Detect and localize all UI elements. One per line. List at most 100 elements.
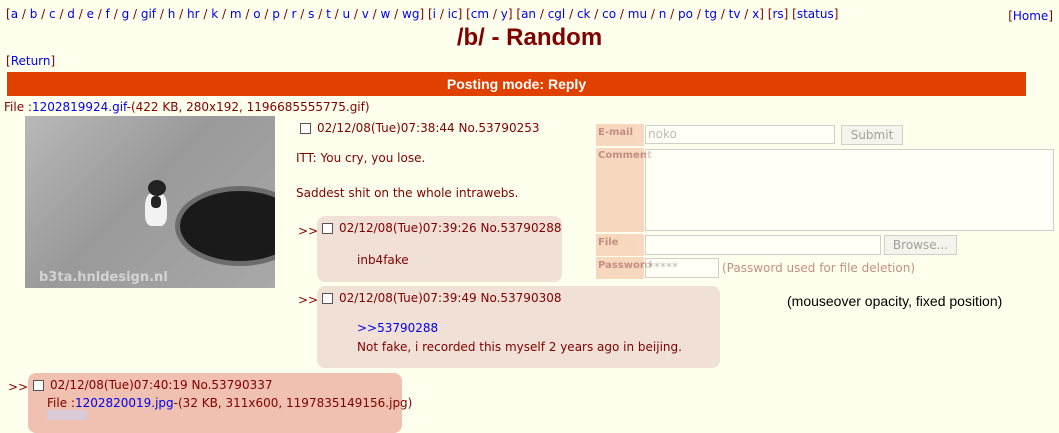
board-link-b[interactable]: b bbox=[30, 7, 38, 21]
board-link-an[interactable]: an bbox=[521, 7, 536, 21]
cat-patch-shape bbox=[151, 196, 161, 208]
board-link-t[interactable]: t bbox=[326, 7, 331, 21]
manhole-shape bbox=[175, 186, 275, 266]
board-link-rs[interactable]: rs bbox=[772, 7, 783, 21]
password-field[interactable]: ***** bbox=[645, 258, 719, 278]
board-nav-group: [status] bbox=[792, 7, 839, 21]
reply-comment: Not fake, i recorded this myself 2 years… bbox=[357, 340, 682, 354]
op-file-info: File :1202819924.gif-(422 KB, 280x192, 1… bbox=[4, 100, 370, 114]
op-file-label: File : bbox=[4, 100, 32, 114]
reply-file-label: File : bbox=[47, 396, 75, 410]
reply-date: 02/12/08(Tue)07:40:19 bbox=[50, 378, 188, 392]
submit-button[interactable]: Submit bbox=[841, 125, 903, 145]
op-image-thumbnail[interactable]: b3ta.hnldesign.nl bbox=[25, 116, 275, 288]
comment-label: Comment bbox=[596, 148, 652, 232]
board-link-r[interactable]: r bbox=[292, 7, 297, 21]
reply-date: 02/12/08(Tue)07:39:49 bbox=[339, 291, 477, 305]
board-link-h[interactable]: h bbox=[168, 7, 176, 21]
board-link-f[interactable]: f bbox=[106, 7, 110, 21]
board-link-u[interactable]: u bbox=[342, 7, 350, 21]
board-link-n[interactable]: n bbox=[659, 7, 667, 21]
board-title: /b/ - Random bbox=[456, 24, 603, 51]
op-post-number[interactable]: No.53790253 bbox=[458, 121, 539, 135]
email-label: E-mail bbox=[596, 124, 644, 146]
posting-mode-banner: Posting mode: Reply bbox=[7, 72, 1026, 96]
op-file-meta: -(422 KB, 280x192, 1196685555775.gif) bbox=[126, 100, 370, 114]
board-link-s[interactable]: s bbox=[308, 7, 314, 21]
reply-arrows: >> bbox=[298, 293, 319, 307]
board-link-c[interactable]: c bbox=[49, 7, 56, 21]
board-link-ck[interactable]: ck bbox=[577, 7, 591, 21]
board-link-e[interactable]: e bbox=[87, 7, 94, 21]
board-link-w[interactable]: w bbox=[381, 7, 391, 21]
op-delete-checkbox[interactable] bbox=[300, 123, 311, 134]
board-link-k[interactable]: k bbox=[211, 7, 218, 21]
reply-comment: inb4fake bbox=[357, 253, 409, 267]
reply-delete-checkbox[interactable] bbox=[33, 380, 44, 391]
reply-delete-checkbox[interactable] bbox=[322, 293, 333, 304]
board-link-m[interactable]: m bbox=[230, 7, 242, 21]
board-link-wg[interactable]: wg bbox=[402, 7, 419, 21]
board-nav-group: [a / b / c / d / e / f / g / gif / h / h… bbox=[6, 7, 428, 21]
reply-arrows: >> bbox=[8, 380, 29, 394]
password-label: Password bbox=[596, 257, 652, 279]
board-link-co[interactable]: co bbox=[602, 7, 616, 21]
board-link-g[interactable]: g bbox=[122, 7, 130, 21]
image-watermark: b3ta.hnldesign.nl bbox=[39, 270, 168, 285]
op-comment-line1: ITT: You cry, you lose. bbox=[296, 151, 426, 165]
board-link-gif[interactable]: gif bbox=[141, 7, 156, 21]
browse-button[interactable]: Browse... bbox=[884, 235, 957, 255]
file-label: File bbox=[596, 234, 644, 256]
board-link-ic[interactable]: ic bbox=[448, 7, 458, 21]
op-file-link[interactable]: 1202819924.gif bbox=[32, 100, 127, 114]
home-link[interactable]: Home bbox=[1013, 9, 1048, 23]
reply-post-number[interactable]: No.53790337 bbox=[191, 378, 272, 392]
board-link-tg[interactable]: tg bbox=[705, 7, 717, 21]
reply-post-number[interactable]: No.53790288 bbox=[480, 221, 561, 235]
board-link-po[interactable]: po bbox=[678, 7, 693, 21]
board-link-d[interactable]: d bbox=[67, 7, 75, 21]
board-nav-group: [rs] bbox=[767, 7, 793, 21]
board-link-cgl[interactable]: cgl bbox=[548, 7, 566, 21]
board-link-cm[interactable]: cm bbox=[471, 7, 489, 21]
reply-post-number[interactable]: No.53790308 bbox=[480, 291, 561, 305]
reply-date: 02/12/08(Tue)07:39:26 bbox=[339, 221, 477, 235]
reply-header: 02/12/08(Tue)07:40:19 No.53790337 bbox=[33, 378, 272, 392]
reply-post: 02/12/08(Tue)07:40:19 No.53790337 File :… bbox=[28, 373, 412, 433]
return-link[interactable]: Return bbox=[11, 54, 51, 68]
board-link-tv[interactable]: tv bbox=[729, 7, 741, 21]
reply-quote-link-wrapper: >>53790288 bbox=[357, 321, 438, 335]
board-link-v[interactable]: v bbox=[362, 7, 369, 21]
reply-arrows: >> bbox=[298, 224, 319, 238]
reply-file-link[interactable]: 1202820019.jpg bbox=[75, 396, 174, 410]
reply-post: 02/12/08(Tue)07:39:26 No.53790288 inb4fa… bbox=[317, 216, 562, 282]
board-link-status[interactable]: status bbox=[797, 7, 834, 21]
reply-delete-checkbox[interactable] bbox=[322, 223, 333, 234]
board-nav-group: [i / ic] bbox=[427, 7, 467, 21]
reply-header: 02/12/08(Tue)07:39:26 No.53790288 bbox=[322, 221, 561, 235]
op-header: 02/12/08(Tue)07:38:44 No.53790253 bbox=[300, 121, 539, 135]
mouseover-annotation: (mouseover opacity, fixed position) bbox=[787, 293, 1003, 309]
board-link-mu[interactable]: mu bbox=[628, 7, 647, 21]
board-link-a[interactable]: a bbox=[11, 7, 18, 21]
board-link-y[interactable]: y bbox=[501, 7, 508, 21]
op-date: 02/12/08(Tue)07:38:44 bbox=[317, 121, 455, 135]
reply-quote-link[interactable]: >>53790288 bbox=[357, 321, 438, 335]
reply-image-thumbnail[interactable] bbox=[47, 410, 87, 420]
board-link-x[interactable]: x bbox=[752, 7, 759, 21]
board-link-i[interactable]: i bbox=[433, 7, 436, 21]
board-navigation: [a / b / c / d / e / f / g / gif / h / h… bbox=[6, 7, 838, 21]
board-link-o[interactable]: o bbox=[253, 7, 260, 21]
reply-header: 02/12/08(Tue)07:39:49 No.53790308 bbox=[322, 291, 561, 305]
password-hint: (Password used for file deletion) bbox=[722, 261, 916, 275]
reply-file-info: File :1202820019.jpg-(32 KB, 311x600, 11… bbox=[47, 396, 412, 410]
board-nav-group: [an / cgl / ck / co / mu / n / po / tg /… bbox=[516, 7, 768, 21]
home-link-wrapper: [Home] bbox=[1008, 9, 1053, 23]
email-field[interactable]: noko bbox=[645, 125, 835, 144]
board-link-p[interactable]: p bbox=[272, 7, 280, 21]
board-link-hr[interactable]: hr bbox=[187, 7, 200, 21]
comment-textarea[interactable] bbox=[645, 149, 1054, 231]
reply-post: 02/12/08(Tue)07:39:49 No.53790308 >>5379… bbox=[317, 286, 720, 368]
file-path-field[interactable] bbox=[645, 235, 881, 255]
board-nav-group: [cm / y] bbox=[466, 7, 517, 21]
